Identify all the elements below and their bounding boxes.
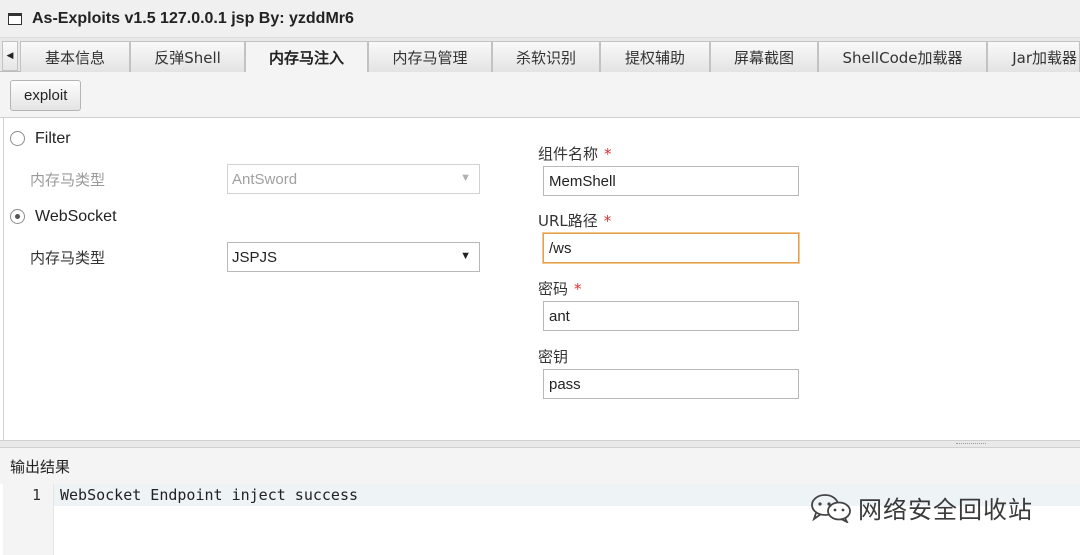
filter-radio[interactable] bbox=[10, 131, 25, 146]
inject-form: Filter 内存马类型 AntSword ▼ WebSocket 内存马类型 … bbox=[3, 118, 1080, 440]
filter-type-label: 内存马类型 bbox=[30, 171, 106, 189]
tab-screenshot[interactable]: 屏幕截图 bbox=[710, 41, 818, 72]
url-path-label: URL路径 * bbox=[538, 212, 612, 230]
component-name-input[interactable]: MemShell bbox=[543, 166, 799, 196]
tab-scroll-left-icon[interactable]: ◀ bbox=[2, 41, 18, 71]
url-path-input[interactable]: /ws bbox=[543, 233, 799, 263]
required-mark: * bbox=[603, 212, 612, 230]
tab-privesc-helper[interactable]: 提权辅助 bbox=[600, 41, 710, 72]
line-gutter: 1 bbox=[3, 484, 54, 555]
websocket-type-select[interactable]: JSPJS ▼ bbox=[227, 242, 480, 272]
tab-av-detect[interactable]: 杀软识别 bbox=[492, 41, 600, 72]
tab-shellcode-loader[interactable]: ShellCode加载器 bbox=[818, 41, 987, 72]
component-name-label: 组件名称 * bbox=[538, 145, 612, 163]
websocket-radio[interactable] bbox=[10, 209, 25, 224]
required-mark: * bbox=[574, 280, 582, 298]
watermark: 网络安全回收站 bbox=[810, 490, 1033, 525]
password-input[interactable]: ant bbox=[543, 301, 799, 331]
toolbar: exploit bbox=[0, 72, 1080, 118]
websocket-radio-label: WebSocket bbox=[35, 208, 117, 225]
password-label: 密码 * bbox=[538, 280, 582, 298]
tab-memshell-inject[interactable]: 内存马注入 bbox=[245, 41, 368, 73]
panel-splitter[interactable] bbox=[0, 440, 1080, 448]
wechat-icon bbox=[811, 493, 851, 523]
websocket-type-label: 内存马类型 bbox=[30, 249, 106, 267]
dropdown-arrow-icon: ▼ bbox=[460, 172, 471, 184]
secret-key-label: 密钥 bbox=[538, 348, 569, 366]
tab-reverse-shell[interactable]: 反弹Shell bbox=[130, 41, 245, 72]
tab-memshell-manage[interactable]: 内存马管理 bbox=[368, 41, 492, 72]
tab-bar: ◀ 基本信息 反弹Shell 内存马注入 内存马管理 杀软识别 提权辅助 屏幕截… bbox=[0, 38, 1080, 73]
splitter-grip-icon[interactable] bbox=[956, 443, 986, 445]
dropdown-arrow-icon: ▼ bbox=[460, 250, 471, 262]
output-header: 输出结果 bbox=[0, 448, 1080, 484]
filter-type-select[interactable]: AntSword ▼ bbox=[227, 164, 480, 194]
output-line: WebSocket Endpoint inject success bbox=[60, 486, 359, 504]
secret-key-input[interactable]: pass bbox=[543, 369, 799, 399]
window-title: As-Exploits v1.5 127.0.0.1 jsp By: yzddM… bbox=[32, 9, 354, 27]
window-icon bbox=[8, 12, 22, 25]
filter-radio-label: Filter bbox=[35, 130, 71, 147]
title-bar: As-Exploits v1.5 127.0.0.1 jsp By: yzddM… bbox=[0, 0, 1080, 38]
exploit-button[interactable]: exploit bbox=[10, 80, 82, 111]
websocket-type-value: JSPJS bbox=[232, 248, 278, 266]
tab-jar-loader[interactable]: Jar加载器 bbox=[987, 41, 1080, 72]
watermark-text: 网络安全回收站 bbox=[858, 496, 1033, 524]
line-number: 1 bbox=[31, 486, 41, 504]
tab-basic-info[interactable]: 基本信息 bbox=[20, 41, 130, 72]
filter-type-value: AntSword bbox=[232, 170, 298, 188]
required-mark: * bbox=[604, 145, 612, 163]
